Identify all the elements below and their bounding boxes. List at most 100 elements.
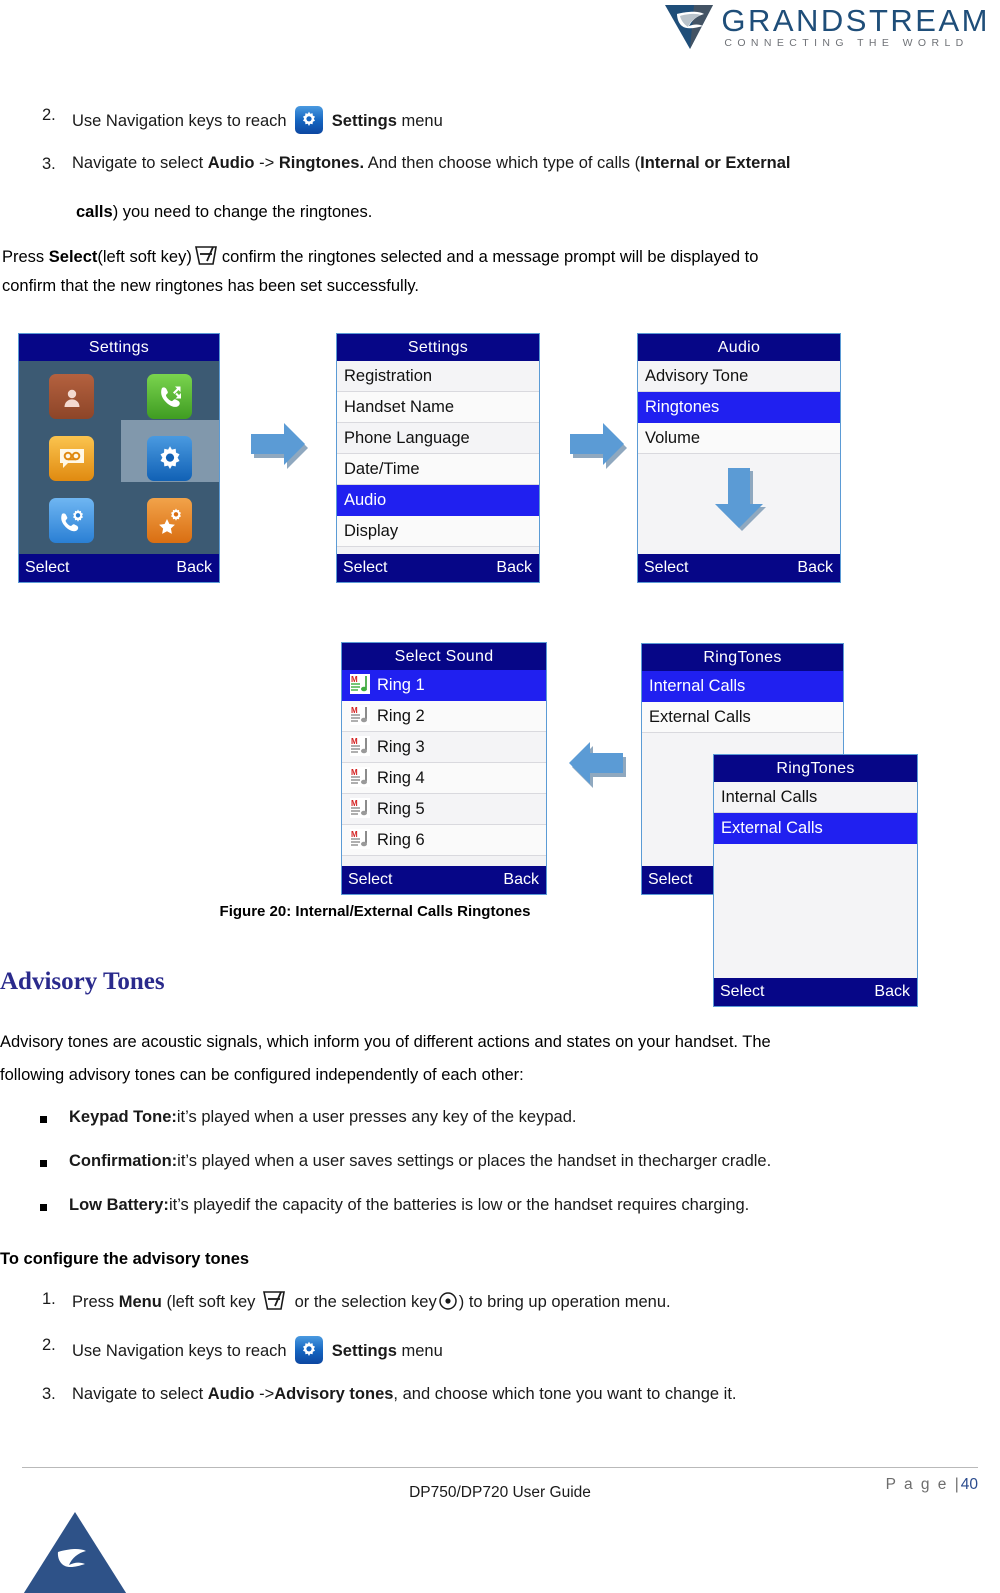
list-item-selected[interactable]: M Ring 1 — [342, 670, 546, 701]
advisory-step-2-pre: Use Navigation keys to reach — [72, 1342, 287, 1360]
list-item[interactable]: Phone Language — [337, 423, 539, 454]
list-item[interactable]: Registration — [337, 361, 539, 392]
list-item[interactable]: Display — [337, 516, 539, 547]
bullet-low-battery-text: it’s playedif the capacity of the batter… — [168, 1196, 750, 1214]
list-item-label: Ring 6 — [377, 831, 425, 849]
down-arrow-icon — [715, 468, 766, 531]
screen-ringtones-front: RingTones Internal Calls External Calls … — [713, 754, 918, 1007]
right-arrow-icon — [570, 423, 627, 469]
list-item[interactable]: Internal Calls — [714, 782, 917, 813]
page-title: Advisory Tones — [0, 968, 165, 995]
step-3-internal-external: Internal or External — [640, 154, 791, 172]
call-settings-icon[interactable] — [49, 498, 94, 543]
bullet-low-battery: Low Battery:it’s playedif the capacity o… — [40, 1196, 970, 1215]
list-item[interactable]: Date/Time — [337, 454, 539, 485]
gear-icon — [295, 106, 324, 134]
step-3-pre: Navigate to select — [72, 154, 208, 172]
page-number-value: 40 — [960, 1476, 978, 1493]
advisory-step-2: 2. Use Navigation keys to reach Settings… — [36, 1336, 976, 1364]
step-2-text-post: menu — [401, 112, 443, 130]
step-3-line2: calls) you need to change the ringtones. — [76, 203, 372, 222]
list-item-label: Ring 4 — [377, 769, 425, 787]
footer-document-title: DP750/DP720 User Guide — [409, 1484, 591, 1501]
music-note-icon: M — [350, 767, 370, 787]
screen-audio-title: Audio — [638, 334, 840, 361]
list-item-selected[interactable]: Ringtones — [638, 392, 840, 423]
step-2-text-pre: Use Navigation keys to reach — [72, 112, 287, 130]
bullet-keypad-tone: Keypad Tone:it’s played when a user pres… — [40, 1108, 970, 1127]
press-select-pre: Press — [2, 248, 49, 266]
svg-text:M: M — [351, 830, 358, 839]
screen-ringtones-back-title: RingTones — [642, 644, 843, 671]
screen-settings-grid: Settings Select Back — [18, 333, 220, 583]
screen-select-sound-title: Select Sound — [342, 643, 546, 670]
gear-icon — [295, 1336, 324, 1364]
brand-tagline: CONNECTING THE WORLD — [724, 36, 969, 49]
screen-settings-grid-title: Settings — [19, 334, 219, 361]
list-item[interactable]: M Ring 4 — [342, 763, 546, 794]
list-item[interactable]: M Ring 5 — [342, 794, 546, 825]
softkey-back[interactable]: Back — [496, 554, 532, 582]
list-item[interactable]: M Ring 3 — [342, 732, 546, 763]
press-select-mid: (left soft key) — [97, 248, 192, 266]
softkey-select[interactable]: Select — [25, 554, 69, 582]
list-item-label: Ring 5 — [377, 800, 425, 818]
screen-settings-list-softkeys: Select Back — [337, 554, 539, 582]
list-item[interactable]: M Ring 6 — [342, 825, 546, 856]
bullet-square-icon — [40, 1160, 47, 1167]
screen-ringtones-front-softkeys: Select Back — [714, 978, 917, 1006]
step-3-top: 3. Navigate to select Audio -> Ringtones… — [36, 155, 981, 174]
list-item-selected[interactable]: Audio — [337, 485, 539, 516]
softkey-select[interactable]: Select — [348, 866, 392, 894]
step-3-ringtones: Ringtones. — [278, 154, 365, 172]
step-2-top: 2. Use Navigation keys to reach Settings… — [36, 106, 976, 134]
right-arrow-icon — [251, 423, 308, 469]
advisory-step-2-index: 2. — [42, 1336, 56, 1354]
advisory-step-3-advisory-tones: Advisory tones — [274, 1385, 394, 1403]
list-item-selected[interactable]: External Calls — [714, 813, 917, 844]
advisory-step-1-pre: Press — [72, 1293, 119, 1311]
softkey-select[interactable]: Select — [720, 978, 764, 1006]
softkey-back[interactable]: Back — [797, 554, 833, 582]
softkey-back[interactable]: Back — [874, 978, 910, 1006]
list-item-label: Ring 3 — [377, 738, 425, 756]
softkey-back[interactable]: Back — [176, 554, 212, 582]
shortcut-star-icon[interactable] — [147, 498, 192, 543]
advisory-step-3-pre: Navigate to select — [72, 1385, 208, 1403]
softkey-select[interactable]: Select — [644, 554, 688, 582]
advisory-step-2-post: menu — [401, 1342, 443, 1360]
press-select-line1: Press Select(left soft key) confirm the … — [2, 245, 982, 267]
advisory-step-1-bold: Menu — [118, 1293, 162, 1311]
subheading-configure-advisory-tones: To configure the advisory tones — [0, 1250, 250, 1268]
list-item[interactable]: M Ring 2 — [342, 701, 546, 732]
step-3-calls-bold: calls — [76, 203, 113, 221]
bullet-keypad-tone-label: Keypad Tone: — [69, 1108, 177, 1126]
settings-gear-icon[interactable] — [147, 436, 192, 481]
press-select-post: confirm the ringtones selected and a mes… — [221, 248, 759, 266]
advisory-step-3-mid: -> — [254, 1385, 275, 1403]
soft-key-icon — [194, 246, 217, 265]
svg-text:M: M — [351, 706, 358, 715]
grandstream-logo: GRANDSTREAM CONNECTING THE WORLD — [663, 2, 990, 52]
advisory-paragraph-line2: following advisory tones can be configur… — [0, 1066, 524, 1084]
step-3-post: And then choose which type of calls ( — [364, 154, 641, 172]
step-2-bold: Settings — [331, 112, 397, 130]
advisory-step-3-index: 3. — [42, 1385, 56, 1403]
brand-name: GRANDSTREAM — [721, 2, 990, 38]
list-item-selected[interactable]: Internal Calls — [642, 671, 843, 702]
voicemail-icon[interactable] — [49, 436, 94, 481]
softkey-back[interactable]: Back — [503, 866, 539, 894]
ringtones-front-empty — [714, 844, 917, 978]
bullet-square-icon — [40, 1116, 47, 1123]
call-history-icon[interactable] — [147, 374, 192, 419]
list-item[interactable]: Volume — [638, 423, 840, 454]
svg-text:M: M — [351, 675, 358, 684]
list-item[interactable]: Advisory Tone — [638, 361, 840, 392]
bullet-confirmation-text: it’s played when a user saves settings o… — [177, 1152, 772, 1170]
list-item[interactable]: Handset Name — [337, 392, 539, 423]
softkey-select[interactable]: Select — [343, 554, 387, 582]
list-item[interactable]: External Calls — [642, 702, 843, 733]
softkey-select[interactable]: Select — [648, 866, 692, 894]
contacts-icon[interactable] — [49, 374, 94, 419]
music-note-icon: M — [350, 705, 370, 725]
